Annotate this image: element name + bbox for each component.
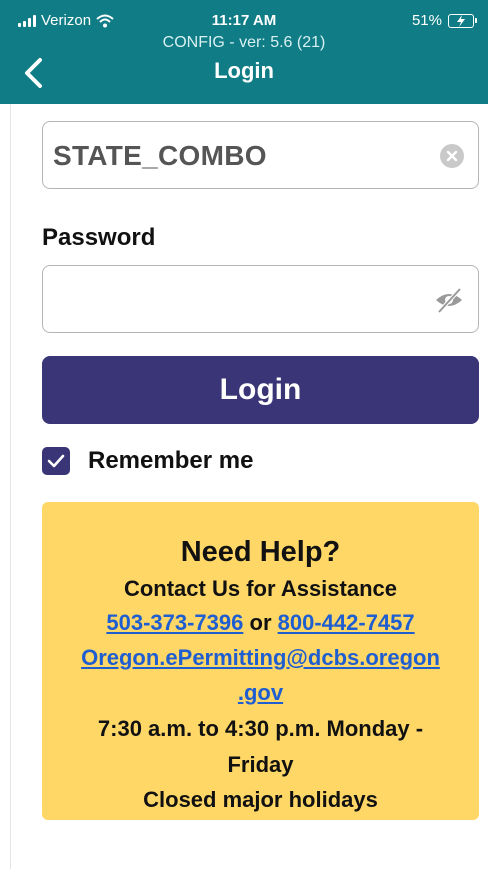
phone-separator: or — [249, 610, 272, 635]
email-link-continued[interactable]: .gov — [238, 680, 283, 705]
help-subtitle: Contact Us for Assistance — [123, 576, 398, 601]
charging-icon — [457, 14, 465, 27]
eye-slash-icon[interactable] — [434, 286, 464, 314]
hours-line-2: Friday — [227, 752, 294, 777]
check-icon — [47, 454, 65, 468]
hours-line-1: 7:30 a.m. to 4:30 p.m. Monday - — [97, 716, 424, 741]
battery-group: 51% — [411, 12, 477, 29]
password-label: Password — [42, 224, 156, 251]
app-header: Verizon 11:17 AM 51% CONFIG - ver: 5.6 (… — [0, 0, 488, 104]
remember-checkbox[interactable] — [42, 447, 70, 475]
battery-icon — [448, 13, 477, 28]
login-button[interactable]: Login — [42, 356, 479, 424]
help-panel: Need Help? Contact Us for Assistance 503… — [42, 502, 479, 820]
phone-link-1[interactable]: 503-373-7396 — [106, 610, 243, 635]
battery-percent: 51% — [411, 12, 442, 29]
clear-icon[interactable] — [440, 144, 464, 168]
remember-label: Remember me — [88, 447, 254, 474]
username-value[interactable]: STATE_COMBO — [53, 140, 267, 172]
status-bar: Verizon 11:17 AM 51% — [0, 10, 488, 32]
version-text: CONFIG - ver: 5.6 (21) — [162, 34, 326, 51]
email-link[interactable]: Oregon.ePermitting@dcbs.oregon — [81, 645, 440, 670]
phone-line: 503-373-7396 or 800-442-7457 — [42, 610, 479, 636]
username-field[interactable]: STATE_COMBO — [42, 121, 479, 189]
help-title: Need Help? — [180, 536, 341, 568]
phone-link-2[interactable]: 800-442-7457 — [278, 610, 415, 635]
password-field[interactable] — [42, 265, 479, 333]
remember-me-toggle[interactable]: Remember me — [42, 447, 253, 475]
page-title: Login — [214, 58, 274, 83]
email-line-1: Oregon.ePermitting@dcbs.oregon — [42, 645, 479, 671]
login-form: STATE_COMBO Password Login Remember me N… — [10, 104, 488, 869]
email-line-2: .gov — [42, 680, 479, 706]
closed-notice: Closed major holidays — [143, 787, 378, 812]
